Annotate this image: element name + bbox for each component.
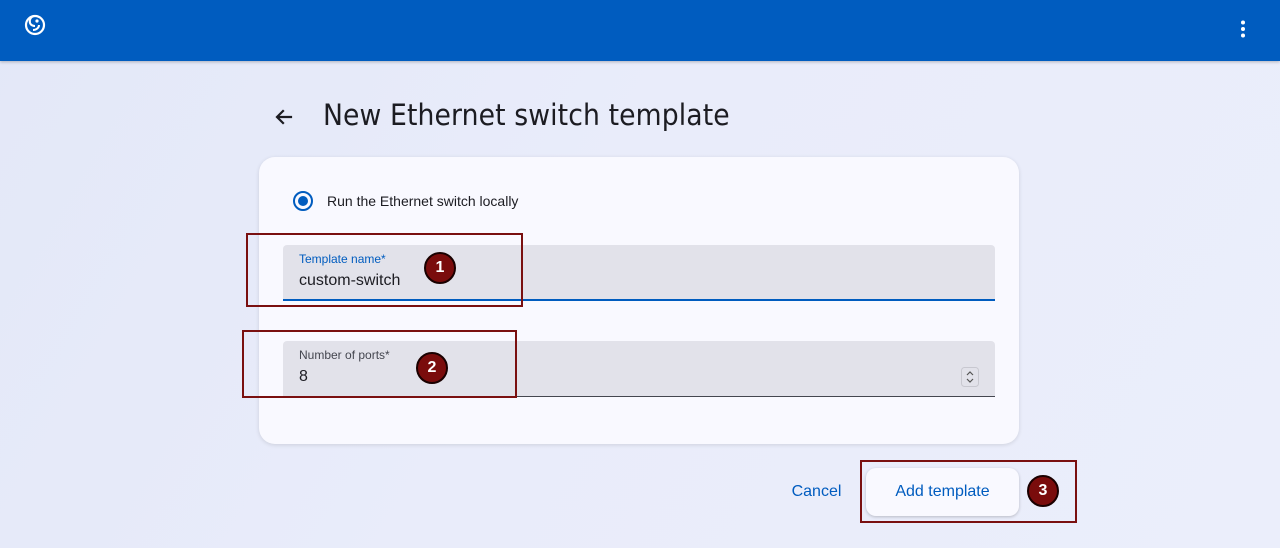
gns3-logo-icon[interactable] <box>23 12 47 36</box>
annotation-marker-3: 3 <box>1027 475 1059 507</box>
page-title: New Ethernet switch template <box>323 98 730 132</box>
more-vert-icon[interactable] <box>1230 16 1256 42</box>
radio-button[interactable] <box>293 191 313 211</box>
cancel-button[interactable]: Cancel <box>778 468 855 516</box>
annotation-marker-2: 2 <box>416 352 448 384</box>
radio-label: Run the Ethernet switch locally <box>327 193 519 209</box>
annotation-marker-1: 1 <box>424 252 456 284</box>
annotation-box-2 <box>242 330 517 398</box>
top-app-bar <box>0 0 1280 61</box>
run-locally-radio-option[interactable]: Run the Ethernet switch locally <box>293 191 518 211</box>
number-spinner-icon[interactable] <box>961 367 979 387</box>
annotation-box-1 <box>246 233 523 307</box>
arrow-back-icon[interactable] <box>270 103 298 131</box>
